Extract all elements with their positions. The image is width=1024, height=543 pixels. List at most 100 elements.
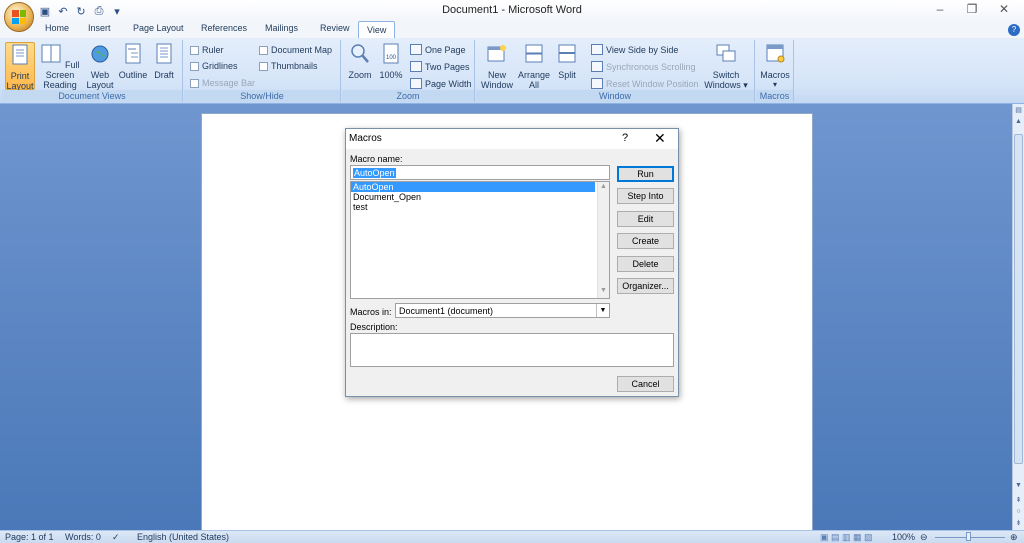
full-screen-reading-icon xyxy=(41,44,61,63)
macros-button[interactable]: Macros ▾ xyxy=(759,42,791,90)
page-count[interactable]: Page: 1 of 1 xyxy=(5,532,54,542)
language-status[interactable]: English (United States) xyxy=(137,532,229,542)
page-width-label: Page Width xyxy=(425,78,472,89)
web-layout-button[interactable]: Web Layout xyxy=(85,42,115,90)
office-logo-icon xyxy=(12,10,26,24)
ruler-toggle-icon[interactable]: ▤ xyxy=(1014,106,1023,116)
draft-button[interactable]: Draft xyxy=(151,42,177,80)
list-scroll-up-icon[interactable]: ▲ xyxy=(600,183,607,190)
web-layout-label: Web Layout xyxy=(86,70,114,90)
page-width-button[interactable]: Page Width xyxy=(410,78,472,89)
print-layout-button[interactable]: Print Layout xyxy=(5,42,35,91)
ruler-checkbox[interactable]: Ruler xyxy=(190,45,224,55)
draft-label: Draft xyxy=(154,70,174,80)
group-macros: Macros ▾ Macros xyxy=(756,40,794,102)
zoom-slider-thumb[interactable] xyxy=(966,532,971,541)
zoom-100-button[interactable]: 100 100% xyxy=(378,42,404,80)
help-icon[interactable]: ? xyxy=(1008,24,1020,36)
macros-in-dropdown[interactable]: Document1 (document) ▼ xyxy=(395,303,610,318)
edit-button[interactable]: Edit xyxy=(617,211,674,227)
two-pages-button[interactable]: Two Pages xyxy=(410,61,470,72)
svg-text:100: 100 xyxy=(386,55,397,61)
view-side-by-side-button[interactable]: View Side by Side xyxy=(591,44,678,55)
group-document-views: Print Layout Full Screen Reading Web Lay… xyxy=(2,40,183,102)
message-bar-checkbox[interactable]: Message Bar xyxy=(190,78,255,88)
dialog-close-button[interactable]: ✕ xyxy=(654,130,666,147)
tab-home[interactable]: Home xyxy=(45,23,69,33)
delete-button[interactable]: Delete xyxy=(617,256,674,272)
switch-windows-label: Switch Windows xyxy=(704,70,741,90)
dialog-help-button[interactable]: ? xyxy=(622,132,628,144)
zoom-out-icon[interactable]: ⊖ xyxy=(920,532,928,543)
minimize-button[interactable]: – xyxy=(924,2,956,16)
macros-group-label: Macros xyxy=(756,90,793,102)
tab-review[interactable]: Review xyxy=(320,23,350,33)
office-button[interactable] xyxy=(4,2,34,32)
zoom-in-icon[interactable]: ⊕ xyxy=(1010,532,1018,543)
macro-list-scrollbar[interactable]: ▲ ▼ xyxy=(597,182,609,298)
synchronous-scrolling-button[interactable]: Synchronous Scrolling xyxy=(591,61,696,72)
split-icon xyxy=(558,44,576,63)
step-into-button[interactable]: Step Into xyxy=(617,188,674,204)
document-map-checkbox[interactable]: Document Map xyxy=(259,45,332,55)
word-count[interactable]: Words: 0 xyxy=(65,532,101,542)
full-screen-reading-button[interactable]: Full Screen Reading xyxy=(38,42,82,90)
tab-references[interactable]: References xyxy=(201,23,247,33)
zoom-button[interactable]: Zoom xyxy=(345,42,375,80)
macros-dropdown-icon: ▾ xyxy=(772,80,777,89)
scroll-down-icon[interactable]: ▼ xyxy=(1014,482,1023,492)
close-window-button[interactable]: ✕ xyxy=(988,2,1020,16)
macros-in-value: Document1 (document) xyxy=(399,306,494,316)
vertical-scrollbar[interactable]: ▤ ▲ ▼ ⇞ ○ ⇟ xyxy=(1012,104,1024,530)
arrange-all-icon xyxy=(525,44,543,63)
browse-object-icon[interactable]: ○ xyxy=(1014,508,1023,518)
scroll-thumb[interactable] xyxy=(1014,134,1023,464)
macro-list[interactable]: AutoOpen Document_Open test ▲ ▼ xyxy=(350,181,610,299)
list-scroll-down-icon[interactable]: ▼ xyxy=(600,287,607,294)
thumbnails-check xyxy=(259,61,268,71)
one-page-label: One Page xyxy=(425,44,466,55)
zoom-100-label: 100% xyxy=(379,70,403,80)
window-controls: – ❐ ✕ xyxy=(924,2,1020,16)
macros-icon xyxy=(766,44,785,63)
two-pages-icon xyxy=(410,61,422,72)
previous-page-icon[interactable]: ⇞ xyxy=(1014,496,1023,506)
next-page-icon[interactable]: ⇟ xyxy=(1014,519,1023,529)
cancel-button[interactable]: Cancel xyxy=(617,376,674,392)
macro-name-input[interactable]: AutoOpen xyxy=(350,165,610,180)
create-button[interactable]: Create xyxy=(617,233,674,249)
document-views-group-label: Document Views xyxy=(2,90,182,102)
chevron-down-icon[interactable]: ▼ xyxy=(596,304,609,317)
tab-view[interactable]: View xyxy=(358,21,396,39)
gridlines-checkbox[interactable]: Gridlines xyxy=(190,61,238,71)
outline-button[interactable]: Outline xyxy=(117,42,149,80)
restore-button[interactable]: ❐ xyxy=(956,2,988,16)
switch-windows-button[interactable]: Switch Windows ▾ xyxy=(704,42,748,90)
one-page-button[interactable]: One Page xyxy=(410,44,466,55)
zoom-level[interactable]: 100% xyxy=(892,532,915,542)
run-button[interactable]: Run xyxy=(617,166,674,182)
reset-window-position-button[interactable]: Reset Window Position xyxy=(591,78,699,89)
draft-icon xyxy=(156,43,172,64)
thumbnails-checkbox[interactable]: Thumbnails xyxy=(259,61,318,71)
tab-insert[interactable]: Insert xyxy=(88,23,111,33)
arrange-all-button[interactable]: Arrange All xyxy=(517,42,551,90)
sync-scroll-icon xyxy=(591,61,603,72)
tab-mailings[interactable]: Mailings xyxy=(265,23,298,33)
macro-list-item[interactable]: AutoOpen xyxy=(351,182,595,192)
new-window-button[interactable]: New Window xyxy=(479,42,515,90)
reset-position-icon xyxy=(591,78,603,89)
macro-list-item[interactable]: Document_Open xyxy=(351,192,595,202)
split-button[interactable]: Split xyxy=(554,42,580,80)
organizer-button[interactable]: Organizer... xyxy=(617,278,674,294)
macro-list-item[interactable]: test xyxy=(351,202,595,212)
macros-label: Macros xyxy=(760,70,790,80)
reset-window-position-label: Reset Window Position xyxy=(606,78,699,89)
proofing-icon[interactable]: ✓ xyxy=(112,532,120,543)
scroll-up-icon[interactable]: ▲ xyxy=(1014,118,1023,128)
new-window-label: New Window xyxy=(480,70,513,90)
view-shortcut-icons[interactable]: ▣ ▤ ▥ ▦ ▧ xyxy=(820,532,873,543)
tab-page-layout[interactable]: Page Layout xyxy=(133,23,184,33)
two-pages-label: Two Pages xyxy=(425,61,470,72)
one-page-icon xyxy=(410,44,422,55)
